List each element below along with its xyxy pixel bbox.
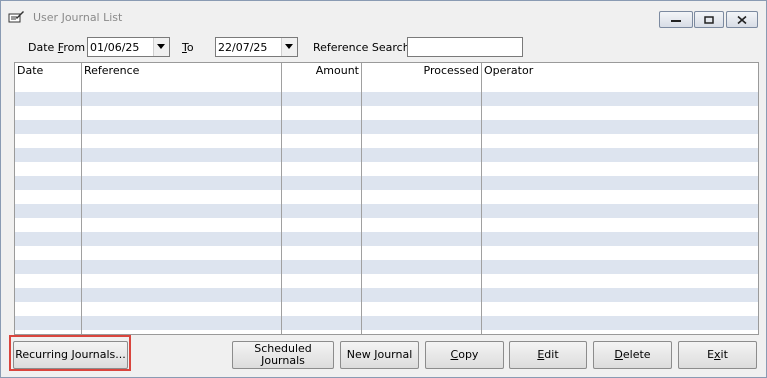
date-from-dropdown-button[interactable] [153,38,169,56]
date-to-value: 22/07/25 [218,41,268,54]
chevron-down-icon [285,44,293,49]
table-row[interactable] [15,204,758,218]
table-row[interactable] [15,288,758,302]
edit-button[interactable]: Edit [509,341,587,369]
header-divider [81,63,82,78]
reference-search-input[interactable] [407,37,523,57]
table-row[interactable] [15,218,758,232]
filter-bar: Date From 01/06/25 To 22/07/25 Reference… [1,37,766,59]
user-journal-list-window: User Journal List Date From 01/06/25 To … [0,0,767,378]
column-divider[interactable] [81,63,82,334]
table-row[interactable] [15,120,758,134]
delete-label: Delete [614,348,651,361]
table-row[interactable] [15,106,758,120]
column-header-date[interactable]: Date [17,63,79,78]
recurring-journals-button[interactable]: Recurring Journals... [13,341,128,369]
table-row[interactable] [15,302,758,316]
table-row[interactable] [15,78,758,92]
delete-button[interactable]: Delete [593,341,672,369]
table-row[interactable] [15,316,758,330]
scheduled-journals-button[interactable]: Scheduled Journals [232,341,334,369]
copy-label: Copy [450,348,479,361]
column-header-operator[interactable]: Operator [484,63,684,78]
journal-table[interactable]: Date Reference Amount Processed Operator [14,62,759,335]
exit-label: Exit [707,348,728,361]
close-icon [737,15,747,24]
column-header-reference[interactable]: Reference [84,63,279,78]
table-row[interactable] [15,232,758,246]
table-row[interactable] [15,246,758,260]
header-divider [361,63,362,78]
to-label: To [182,41,194,54]
copy-button[interactable]: Copy [425,341,504,369]
restore-button[interactable] [694,11,724,28]
date-from-value: 01/06/25 [90,41,140,54]
header-divider [281,63,282,78]
table-row[interactable] [15,134,758,148]
minimize-button[interactable] [659,11,693,28]
column-divider[interactable] [361,63,362,334]
minimize-icon [671,19,681,22]
table-header: Date Reference Amount Processed Operator [15,63,758,78]
table-row[interactable] [15,176,758,190]
date-from-combo[interactable]: 01/06/25 [87,37,170,57]
scheduled-journals-label: Scheduled Journals [254,342,312,367]
table-row[interactable] [15,162,758,176]
header-divider [481,63,482,78]
table-row[interactable] [15,92,758,106]
chevron-down-icon [157,44,165,49]
exit-button[interactable]: Exit [678,341,757,369]
table-row[interactable] [15,148,758,162]
date-to-dropdown-button[interactable] [281,38,297,56]
new-journal-label: New Journal [346,348,413,361]
table-row[interactable] [15,274,758,288]
date-from-label: Date From [28,41,86,54]
column-header-processed[interactable]: Processed [363,63,479,78]
table-body[interactable] [15,78,758,334]
new-journal-button[interactable]: New Journal [340,341,419,369]
column-header-amount[interactable]: Amount [283,63,359,78]
edit-label: Edit [537,348,559,361]
reference-search-label: Reference Search [313,41,410,54]
table-row[interactable] [15,190,758,204]
title-bar[interactable]: User Journal List [1,1,766,33]
journal-pencil-icon [7,9,25,25]
date-to-combo[interactable]: 22/07/25 [215,37,298,57]
column-divider[interactable] [281,63,282,334]
table-row[interactable] [15,260,758,274]
column-divider[interactable] [481,63,482,334]
restore-icon [704,15,714,24]
close-button[interactable] [726,11,758,28]
window-title: User Journal List [33,11,123,24]
